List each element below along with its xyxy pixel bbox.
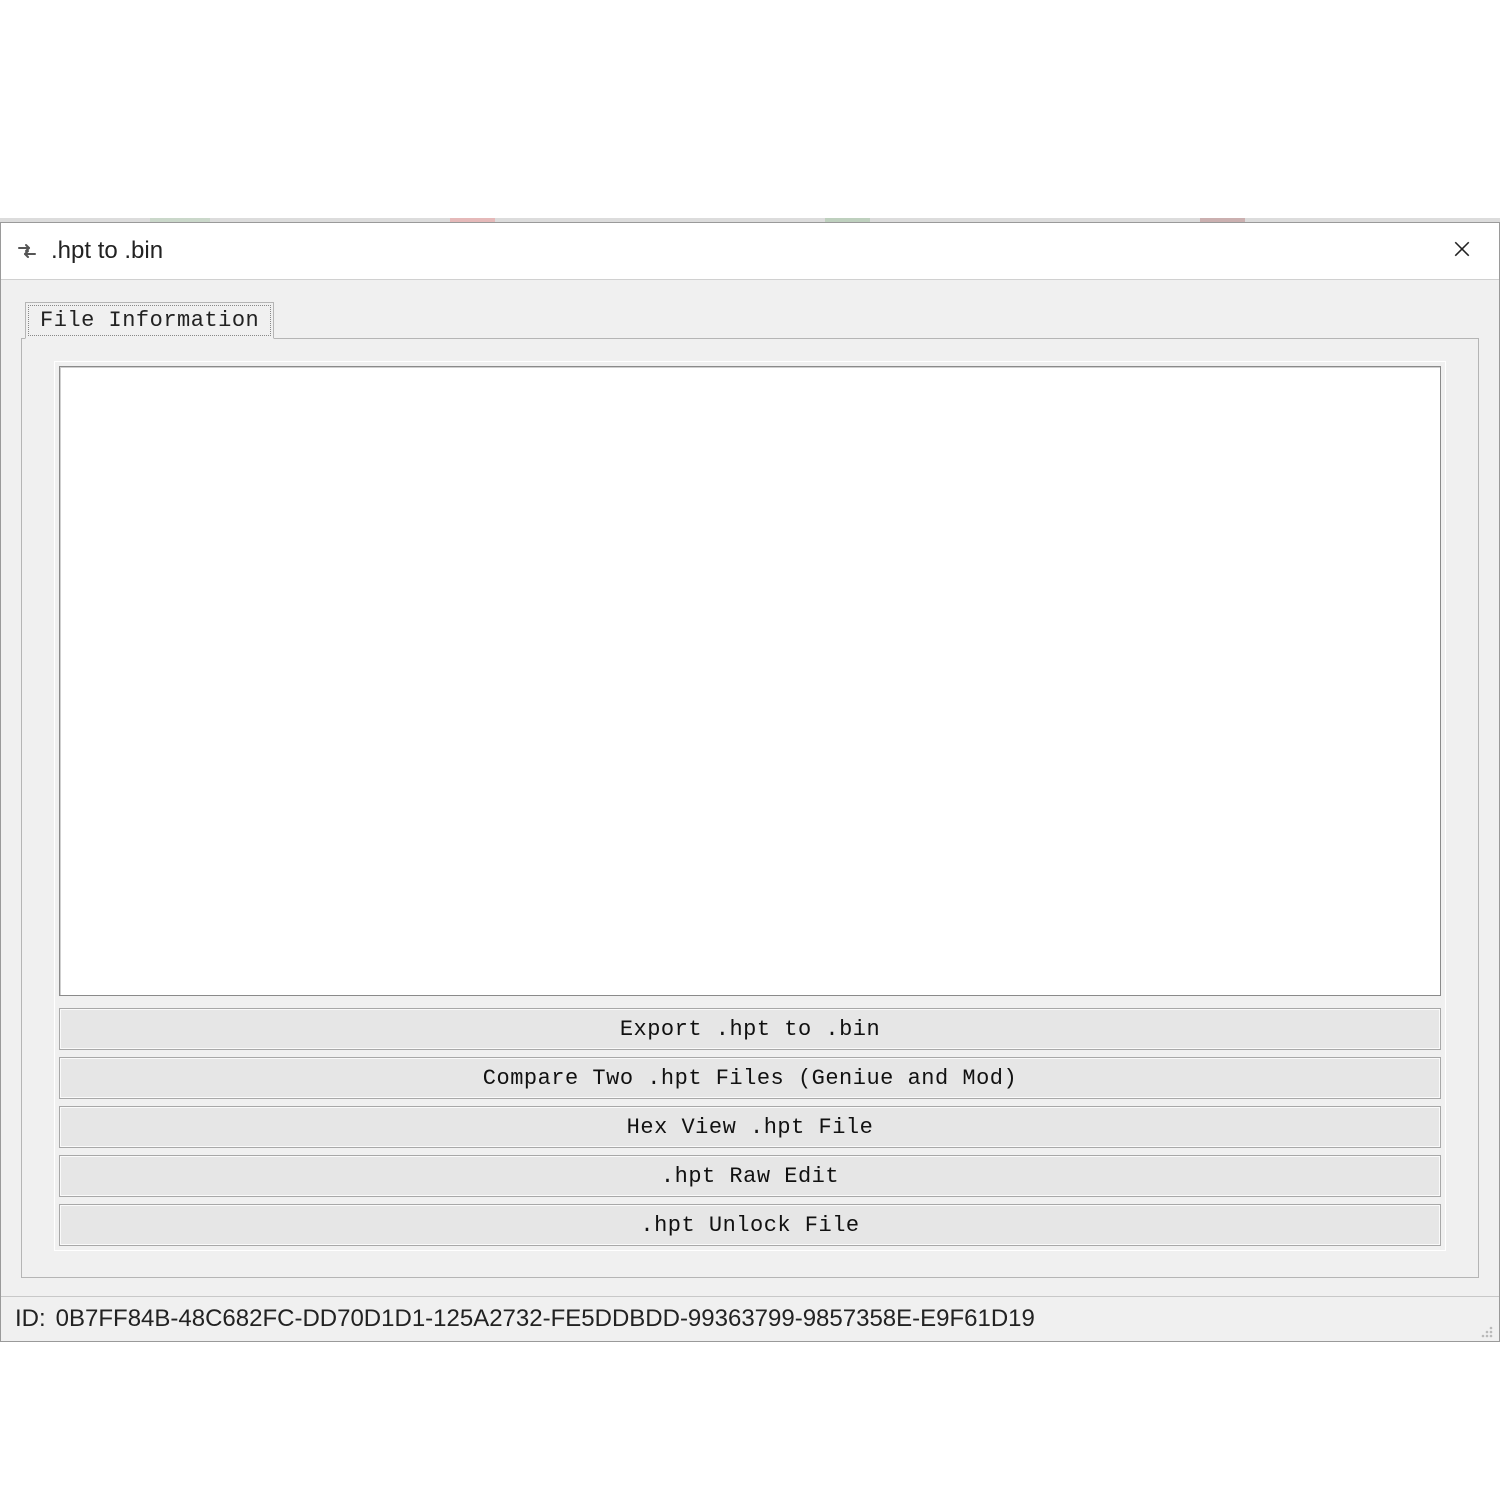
status-bar: ID: 0B7FF84B-48C682FC-DD70D1D1-125A2732-…	[1, 1296, 1499, 1341]
tab-strip: File Information	[21, 302, 1479, 338]
status-id-value: 0B7FF84B-48C682FC-DD70D1D1-125A2732-FE5D…	[56, 1305, 1035, 1333]
close-icon	[1453, 240, 1471, 263]
button-label: Hex View .hpt File	[627, 1115, 874, 1140]
window-controls	[1433, 229, 1491, 273]
convert-icon	[15, 239, 39, 263]
button-label: Compare Two .hpt Files (Geniue and Mod)	[483, 1066, 1017, 1091]
file-information-textbox[interactable]	[59, 366, 1441, 996]
close-button[interactable]	[1433, 229, 1491, 273]
main-window: .hpt to .bin File Information	[0, 222, 1500, 1342]
button-label: Export .hpt to .bin	[620, 1017, 880, 1042]
button-label: .hpt Raw Edit	[661, 1164, 839, 1189]
export-button[interactable]: Export .hpt to .bin	[59, 1008, 1441, 1050]
action-button-stack: Export .hpt to .bin Compare Two .hpt Fil…	[59, 1008, 1441, 1246]
hex-view-button[interactable]: Hex View .hpt File	[59, 1106, 1441, 1148]
window-title: .hpt to .bin	[51, 237, 1433, 265]
unlock-button[interactable]: .hpt Unlock File	[59, 1204, 1441, 1246]
title-bar: .hpt to .bin	[1, 223, 1499, 280]
status-id-label: ID:	[15, 1305, 46, 1333]
tab-file-information[interactable]: File Information	[25, 302, 274, 339]
tab-page-frame: Export .hpt to .bin Compare Two .hpt Fil…	[54, 361, 1446, 1251]
resize-grip-icon[interactable]	[1475, 1319, 1495, 1339]
tab-page: Export .hpt to .bin Compare Two .hpt Fil…	[21, 338, 1479, 1278]
tab-label: File Information	[40, 308, 259, 333]
compare-button[interactable]: Compare Two .hpt Files (Geniue and Mod)	[59, 1057, 1441, 1099]
button-label: .hpt Unlock File	[640, 1213, 859, 1238]
client-area: File Information Export .hpt to .bin Com…	[1, 280, 1499, 1296]
raw-edit-button[interactable]: .hpt Raw Edit	[59, 1155, 1441, 1197]
